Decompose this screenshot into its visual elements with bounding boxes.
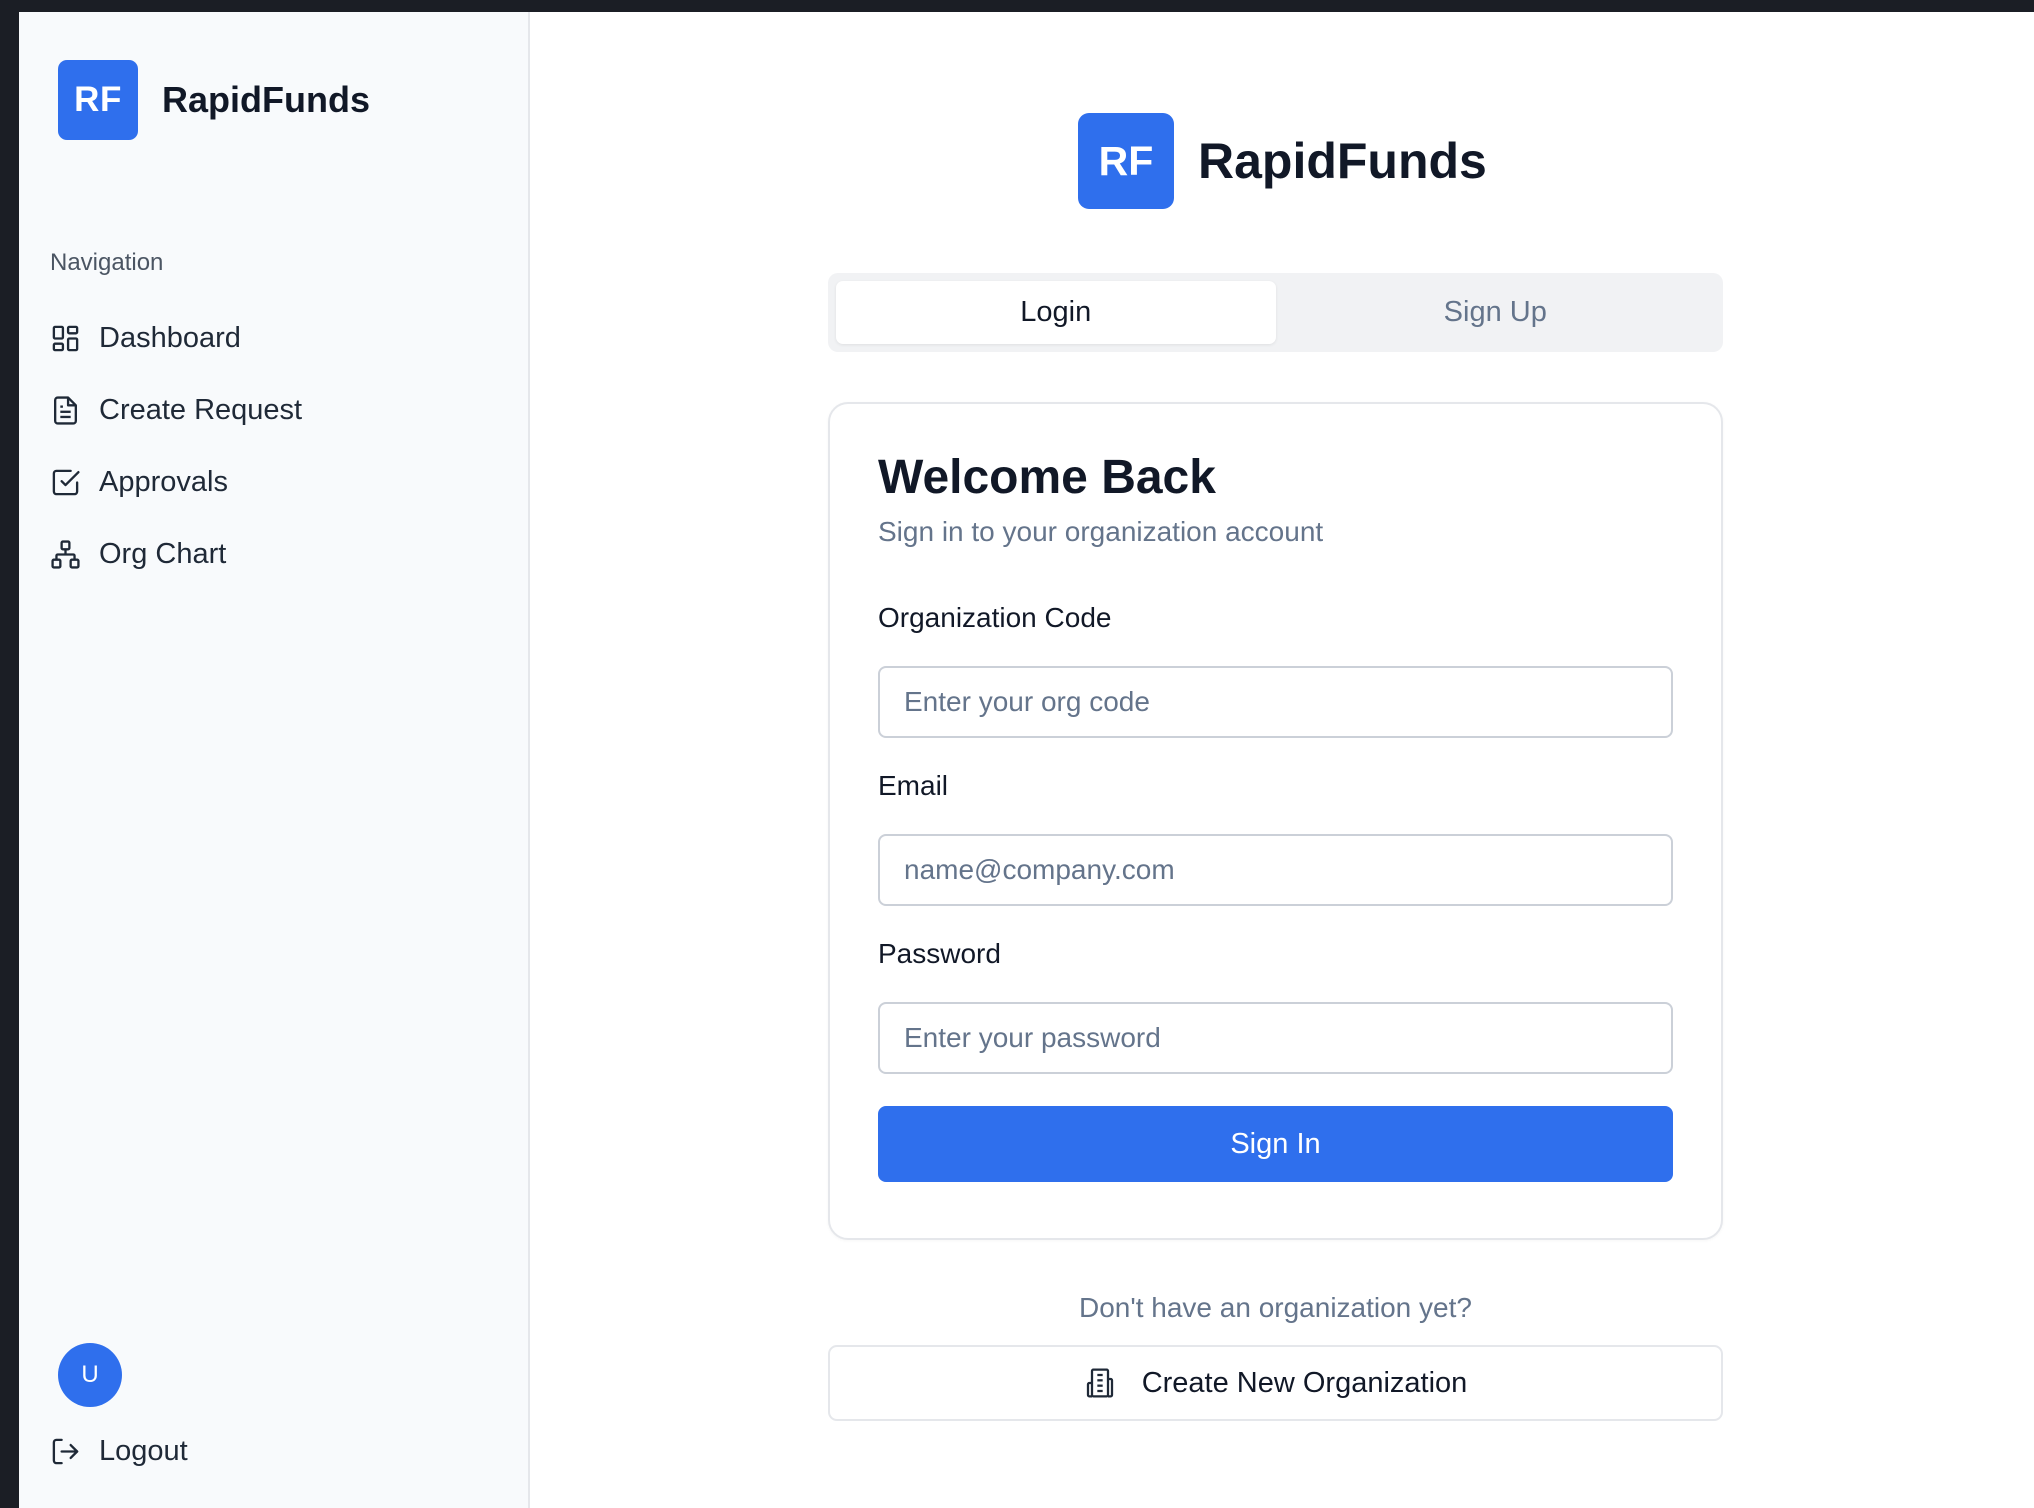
login-card: Welcome Back Sign in to your organizatio… xyxy=(828,402,1723,1240)
avatar[interactable]: U xyxy=(58,1343,122,1407)
sidebar-brand[interactable]: RF RapidFunds xyxy=(58,60,370,140)
sidebar-item-label: Dashboard xyxy=(99,321,241,354)
dashboard-grid-icon xyxy=(50,323,81,354)
logout-icon xyxy=(50,1436,81,1467)
tab-login[interactable]: Login xyxy=(836,281,1276,344)
sidebar-item-label: Org Chart xyxy=(99,537,227,570)
app-name: RapidFunds xyxy=(162,79,370,120)
org-code-input[interactable] xyxy=(878,666,1673,738)
auth-tabs: Login Sign Up xyxy=(828,273,1723,352)
card-subtitle: Sign in to your organization account xyxy=(878,516,1324,547)
checkbox-icon xyxy=(50,467,81,498)
sidebar-item-org-chart[interactable]: Org Chart xyxy=(50,518,510,590)
app-name-large: RapidFunds xyxy=(1198,133,1487,189)
org-chart-icon xyxy=(50,539,81,570)
password-field[interactable] xyxy=(878,1002,1673,1074)
create-organization-button[interactable]: Create New Organization xyxy=(828,1345,1723,1421)
sidebar-item-approvals[interactable]: Approvals xyxy=(50,446,510,518)
app-logo-large: RF xyxy=(1078,113,1174,209)
email-label: Email xyxy=(878,770,949,801)
no-org-text: Don't have an organization yet? xyxy=(1079,1292,1472,1323)
hero-brand: RF RapidFunds xyxy=(1078,113,1487,209)
building-icon xyxy=(1084,1367,1116,1399)
sidebar-nav: Dashboard Create Request Approvals Org C… xyxy=(50,302,510,590)
card-title: Welcome Back xyxy=(878,451,1216,504)
main-content: RF RapidFunds Login Sign Up Welcome Back… xyxy=(530,12,2034,1508)
sign-in-button[interactable]: Sign In xyxy=(878,1106,1673,1182)
create-organization-label: Create New Organization xyxy=(1141,1366,1468,1399)
app-window: RF RapidFunds Navigation Dashboard Creat… xyxy=(19,12,2034,1508)
email-field[interactable] xyxy=(878,834,1673,906)
sidebar-item-create-request[interactable]: Create Request xyxy=(50,374,510,446)
document-icon xyxy=(50,395,81,426)
sidebar-item-dashboard[interactable]: Dashboard xyxy=(50,302,510,374)
sidebar-item-label: Approvals xyxy=(99,465,228,498)
org-code-label: Organization Code xyxy=(878,602,1112,633)
tab-sign-up[interactable]: Sign Up xyxy=(1276,281,1716,344)
sidebar: RF RapidFunds Navigation Dashboard Creat… xyxy=(19,12,530,1508)
password-label: Password xyxy=(878,938,1001,969)
sidebar-item-label: Create Request xyxy=(99,393,303,426)
nav-heading: Navigation xyxy=(50,249,164,276)
logout-button[interactable]: Logout xyxy=(50,1435,188,1468)
logout-label: Logout xyxy=(99,1435,188,1467)
app-logo: RF xyxy=(58,60,138,140)
